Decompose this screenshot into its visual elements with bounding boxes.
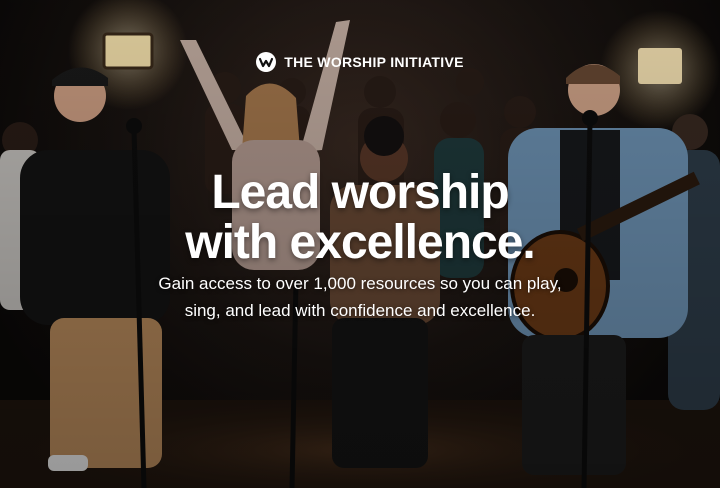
worship-initiative-logo-icon: [256, 52, 277, 72]
hero-subtext: Gain access to over 1,000 resources so y…: [0, 270, 720, 324]
hero-subtext-line-2: sing, and lead with confidence and excel…: [184, 301, 536, 320]
hero-headline-line-1: Lead worship: [211, 166, 509, 219]
hero-headline-line-2: with excellence.: [185, 216, 536, 269]
brand-name: THE WORSHIP INITIATIVE: [284, 54, 464, 70]
hero-headline: Lead worship with excellence.: [0, 168, 720, 268]
hero-subtext-line-1: Gain access to over 1,000 resources so y…: [158, 274, 562, 293]
hero-banner: THE WORSHIP INITIATIVE Lead worship with…: [0, 0, 720, 488]
brand-header[interactable]: THE WORSHIP INITIATIVE: [0, 52, 720, 72]
